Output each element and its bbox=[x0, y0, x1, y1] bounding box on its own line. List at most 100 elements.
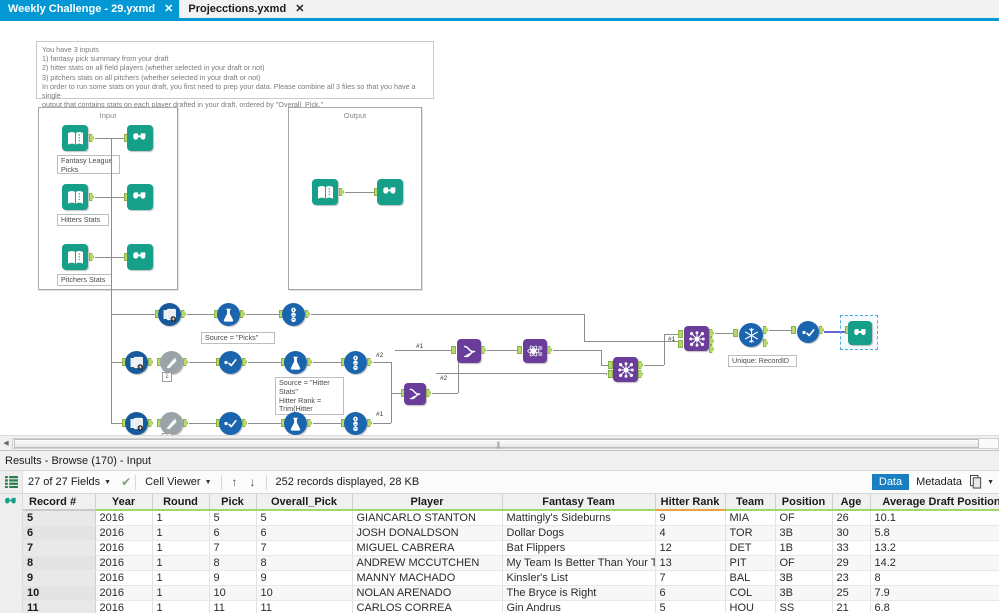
binoculars-icon[interactable] bbox=[4, 496, 18, 508]
unique-tool[interactable] bbox=[739, 323, 763, 347]
connection-wire[interactable] bbox=[584, 314, 585, 341]
connection-wire[interactable] bbox=[95, 257, 124, 258]
connection-wire[interactable] bbox=[95, 138, 124, 139]
cell-pick[interactable]: 9 bbox=[209, 570, 257, 586]
cell-hitter-rank[interactable]: 4 bbox=[655, 525, 726, 541]
data-metadata-toggle[interactable]: Data Metadata bbox=[871, 474, 969, 490]
cell-position[interactable]: SS bbox=[775, 600, 833, 613]
column-header-team[interactable]: Team bbox=[725, 494, 776, 511]
cell-overall-pick[interactable]: 9 bbox=[256, 570, 353, 586]
tool-label-hitters-stats[interactable]: Hitters Stats bbox=[57, 214, 109, 226]
formula-tool-hitter[interactable] bbox=[284, 351, 307, 374]
cell-round[interactable]: 1 bbox=[152, 525, 210, 541]
cell-pick[interactable]: 5 bbox=[209, 510, 257, 526]
input-anchor[interactable] bbox=[517, 346, 522, 354]
cell-overall-pick[interactable]: 10 bbox=[256, 585, 353, 601]
column-header-age[interactable]: Age bbox=[832, 494, 871, 511]
connection-wire[interactable] bbox=[664, 334, 678, 335]
cell-player[interactable]: NOLAN ARENADO bbox=[352, 585, 503, 601]
results-grid[interactable]: Record # Year Round Pick Overall_Pick Player F… bbox=[0, 494, 999, 613]
cell-age[interactable]: 23 bbox=[832, 570, 871, 586]
cell-round[interactable]: 1 bbox=[152, 510, 210, 526]
grid-list-icon[interactable] bbox=[4, 476, 18, 488]
connection-wire[interactable] bbox=[601, 350, 602, 365]
union-tool-hitter-pitcher[interactable] bbox=[404, 383, 426, 405]
cell-round[interactable]: 1 bbox=[152, 600, 210, 613]
union-tool-final[interactable] bbox=[684, 326, 709, 351]
cell-record[interactable]: 9 bbox=[23, 570, 96, 586]
output-anchor[interactable] bbox=[181, 310, 186, 318]
dynamic-input-tool-pitcher[interactable] bbox=[125, 412, 148, 435]
cell-team[interactable]: COL bbox=[725, 585, 776, 601]
cell-player[interactable]: GIANCARLO STANTON bbox=[352, 510, 503, 526]
filter-tool-pitcher[interactable] bbox=[219, 412, 242, 435]
connection-wire[interactable] bbox=[391, 393, 401, 394]
cell-overall-pick[interactable]: 7 bbox=[256, 540, 353, 556]
column-header-overall-pick[interactable]: Overall_Pick bbox=[256, 494, 353, 511]
cell-pick[interactable]: 7 bbox=[209, 540, 257, 556]
cell-team[interactable]: PIT bbox=[725, 555, 776, 571]
column-header-record[interactable]: Record # bbox=[23, 494, 96, 511]
close-icon[interactable]: ✕ bbox=[295, 3, 304, 15]
connection-wire[interactable] bbox=[313, 423, 341, 424]
column-header-position[interactable]: Position bbox=[775, 494, 833, 511]
input-anchor[interactable] bbox=[678, 330, 683, 338]
copy-button[interactable]: ▼ bbox=[970, 475, 994, 489]
column-header-player[interactable]: Player bbox=[352, 494, 503, 511]
table-row[interactable]: 7 2016 1 7 7 MIGUEL CABRERA Bat Flippers 12 DET 1… bbox=[23, 540, 999, 556]
sort-descending-button[interactable]: ↓ bbox=[244, 475, 262, 489]
cell-age[interactable]: 29 bbox=[832, 555, 871, 571]
connection-wire[interactable] bbox=[487, 350, 517, 351]
cell-year[interactable]: 2016 bbox=[95, 510, 153, 526]
connection-wire[interactable] bbox=[246, 314, 279, 315]
dynamic-input-tool-hitter[interactable] bbox=[125, 351, 148, 374]
output-anchor[interactable] bbox=[242, 419, 247, 427]
cell-overall-pick[interactable]: 8 bbox=[256, 555, 353, 571]
cell-fantasy-team[interactable]: Mattingly's Sideburns bbox=[502, 510, 656, 526]
cell-age[interactable]: 25 bbox=[832, 585, 871, 601]
input-anchor[interactable] bbox=[451, 346, 456, 354]
cell-average-draft-position[interactable]: 14.2 bbox=[870, 555, 999, 571]
cell-player[interactable]: JOSH DONALDSON bbox=[352, 525, 503, 541]
connection-wire[interactable] bbox=[248, 423, 281, 424]
connection-wire[interactable] bbox=[458, 361, 459, 393]
connection-wire[interactable] bbox=[664, 341, 665, 365]
canvas-horizontal-scrollbar[interactable]: ◀ ||| bbox=[0, 435, 999, 450]
cell-player[interactable]: MIGUEL CABRERA bbox=[352, 540, 503, 556]
data-cleanse-tool-hitter[interactable] bbox=[160, 351, 183, 374]
column-header-round[interactable]: Round bbox=[152, 494, 210, 511]
output-anchor[interactable] bbox=[709, 329, 714, 337]
cell-hitter-rank[interactable]: 6 bbox=[655, 585, 726, 601]
dynamic-input-tool[interactable] bbox=[158, 303, 181, 326]
cell-fantasy-team[interactable]: Kinsler's List bbox=[502, 570, 656, 586]
browse-tool-selected[interactable] bbox=[848, 321, 872, 345]
column-header-average-draft-position[interactable]: Average Draft Position bbox=[870, 494, 999, 511]
cell-fantasy-team[interactable]: The Bryce is Right bbox=[502, 585, 656, 601]
tab-data[interactable]: Data bbox=[871, 474, 910, 490]
output-anchor[interactable] bbox=[242, 358, 247, 366]
select-tool-hitter[interactable] bbox=[344, 351, 367, 374]
cell-year[interactable]: 2016 bbox=[95, 555, 153, 571]
join-multiple-tool[interactable] bbox=[613, 357, 638, 382]
connection-wire[interactable] bbox=[313, 362, 341, 363]
cell-position[interactable]: OF bbox=[775, 555, 833, 571]
cell-position[interactable]: 3B bbox=[775, 525, 833, 541]
cell-hitter-rank[interactable]: 5 bbox=[655, 600, 726, 613]
cell-fantasy-team[interactable]: Gin Andrus bbox=[502, 600, 656, 613]
cell-year[interactable]: 2016 bbox=[95, 585, 153, 601]
table-row[interactable]: 9 2016 1 9 9 MANNY MACHADO Kinsler's List 7 BAL 3… bbox=[23, 570, 999, 586]
close-icon[interactable]: ✕ bbox=[164, 3, 173, 15]
connection-wire[interactable] bbox=[248, 362, 281, 363]
browse-tool[interactable] bbox=[127, 125, 153, 151]
output-anchor[interactable] bbox=[763, 326, 768, 334]
cell-age[interactable]: 33 bbox=[832, 540, 871, 556]
table-row[interactable]: 10 2016 1 10 10 NOLAN ARENADO The Bryce is Rig… bbox=[23, 585, 999, 601]
tab-weekly-challenge[interactable]: Weekly Challenge - 29.yxmd ✕ bbox=[0, 0, 180, 18]
browse-tool[interactable] bbox=[127, 184, 153, 210]
input-anchor[interactable] bbox=[678, 340, 683, 348]
connection-wire[interactable] bbox=[432, 393, 455, 394]
connection-wire[interactable] bbox=[373, 362, 391, 363]
cell-player[interactable]: CARLOS CORREA bbox=[352, 600, 503, 613]
connection-wire[interactable] bbox=[644, 365, 664, 366]
output-anchor[interactable] bbox=[426, 389, 431, 397]
